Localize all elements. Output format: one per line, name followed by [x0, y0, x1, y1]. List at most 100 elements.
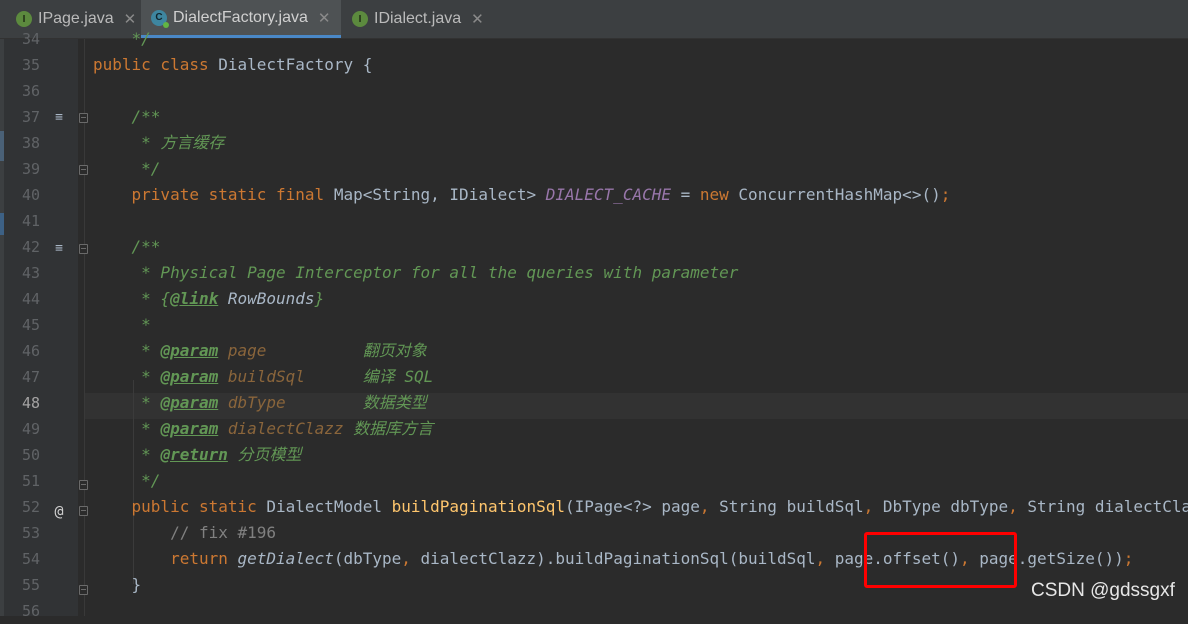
code-line[interactable]: /**	[93, 104, 161, 130]
fold-toggle-icon[interactable]	[79, 165, 88, 175]
code-token: 分页模型	[227, 445, 302, 464]
code-line[interactable]: /**	[93, 234, 161, 260]
code-line[interactable]: * {@link RowBounds}	[93, 286, 324, 312]
line-number[interactable]: 34	[4, 26, 40, 52]
code-line[interactable]: * @return 分页模型	[93, 442, 302, 468]
line-number[interactable]: 54	[4, 546, 40, 572]
code-line[interactable]: * @param page 翻页对象	[93, 338, 427, 364]
line-number[interactable]: 56	[4, 598, 40, 624]
line-number[interactable]: 41	[4, 208, 40, 234]
line-number[interactable]: 39	[4, 156, 40, 182]
code-token: 翻页对象	[362, 341, 427, 360]
line-number[interactable]: 53	[4, 520, 40, 546]
code-token: */	[93, 29, 151, 48]
code-token: private static final	[93, 185, 334, 204]
line-number[interactable]: 36	[4, 78, 40, 104]
line-number[interactable]: 47	[4, 364, 40, 390]
code-token: *	[93, 445, 161, 464]
close-icon[interactable]: ✕	[318, 9, 331, 27]
gutter-separator	[84, 39, 85, 616]
code-token: * 方言缓存	[93, 133, 225, 152]
code-token: String dialectClazz)	[1027, 497, 1188, 516]
code-line[interactable]: * Physical Page Interceptor for all the …	[93, 260, 738, 286]
line-number[interactable]: 40	[4, 182, 40, 208]
doc-comment-icon[interactable]: ≡	[52, 236, 66, 262]
line-number[interactable]: 44	[4, 286, 40, 312]
code-token: Map<String, IDialect>	[333, 185, 546, 204]
code-token: public static	[93, 497, 267, 516]
code-line[interactable]: public static DialectModel buildPaginati…	[93, 494, 1188, 520]
fold-toggle-icon[interactable]	[79, 244, 88, 254]
line-number[interactable]: 55	[4, 572, 40, 598]
code-token: }	[314, 289, 325, 308]
tab-label: DialectFactory.java	[173, 8, 308, 26]
code-token: 数据库方言	[353, 419, 434, 438]
code-token: ,	[863, 497, 883, 516]
line-number[interactable]: 51	[4, 468, 40, 494]
code-token: page	[218, 341, 363, 360]
code-token: DIALECT_CACHE	[545, 185, 671, 204]
annotation-highlight-box	[864, 532, 1017, 588]
line-number[interactable]: 49	[4, 416, 40, 442]
class-file-icon: C	[151, 9, 169, 28]
code-line[interactable]: * 方言缓存	[93, 130, 224, 156]
code-token: String buildSql	[719, 497, 864, 516]
override-marker-icon[interactable]: @	[52, 498, 66, 524]
line-number[interactable]: 46	[4, 338, 40, 364]
doc-comment-icon[interactable]: ≡	[52, 105, 66, 131]
code-token: *	[93, 419, 161, 438]
code-token: getDialect	[237, 549, 334, 568]
code-line[interactable]: private static final Map<String, IDialec…	[93, 182, 951, 208]
code-line[interactable]: */	[93, 26, 151, 52]
code-token: */	[93, 471, 161, 490]
close-icon[interactable]: ✕	[471, 10, 484, 28]
code-token: =	[670, 185, 700, 204]
code-token: * {	[93, 289, 171, 308]
tab-dialectfactory[interactable]: C DialectFactory.java ✕	[141, 0, 341, 38]
code-token: dialectClazz).buildPaginationSql(buildSq…	[420, 549, 816, 568]
interface-file-icon: I	[352, 11, 368, 27]
line-number[interactable]: 52	[4, 494, 40, 520]
code-token: @param	[160, 393, 219, 412]
code-token: dbType	[218, 393, 363, 412]
code-token: */	[93, 159, 161, 178]
code-line[interactable]: * @param dbType 数据类型	[93, 390, 427, 416]
fold-toggle-icon[interactable]	[79, 506, 88, 516]
line-number[interactable]: 50	[4, 442, 40, 468]
line-number[interactable]: 35	[4, 52, 40, 78]
code-line[interactable]: */	[93, 468, 160, 494]
line-number[interactable]: 43	[4, 260, 40, 286]
code-token: 编译 SQL	[362, 367, 434, 386]
code-line[interactable]: // fix #196	[93, 520, 276, 546]
code-token: 数据类型	[362, 393, 427, 412]
code-token: // fix #196	[93, 523, 277, 542]
tab-idialect[interactable]: I IDialect.java ✕	[344, 0, 488, 38]
fold-toggle-icon[interactable]	[79, 113, 88, 123]
code-token: ,	[401, 549, 421, 568]
code-token: *	[93, 367, 161, 386]
code-token: *	[93, 341, 161, 360]
line-number[interactable]: 42	[4, 234, 40, 260]
line-number[interactable]: 48	[4, 390, 40, 416]
code-line[interactable]: }	[93, 572, 142, 598]
code-token: new	[699, 185, 739, 204]
code-token: @link	[170, 289, 219, 308]
line-number[interactable]: 38	[4, 130, 40, 156]
code-line[interactable]: * @param buildSql 编译 SQL	[93, 364, 433, 390]
code-token: /**	[93, 237, 161, 256]
interface-file-icon: I	[16, 11, 32, 27]
code-token: return	[93, 549, 238, 568]
code-token: DbType dbType	[882, 497, 1009, 516]
fold-toggle-icon[interactable]	[79, 585, 88, 595]
code-token: @param	[160, 341, 219, 360]
code-token: ,	[1008, 497, 1028, 516]
code-token: }	[93, 575, 142, 594]
line-number[interactable]: 45	[4, 312, 40, 338]
line-number[interactable]: 37	[4, 104, 40, 130]
fold-toggle-icon[interactable]	[79, 480, 88, 490]
code-line[interactable]: *	[93, 312, 151, 338]
code-line[interactable]: public class DialectFactory {	[93, 52, 372, 78]
code-token: @param	[160, 419, 219, 438]
code-line[interactable]: * @param dialectClazz 数据库方言	[93, 416, 433, 442]
code-line[interactable]: */	[93, 156, 160, 182]
